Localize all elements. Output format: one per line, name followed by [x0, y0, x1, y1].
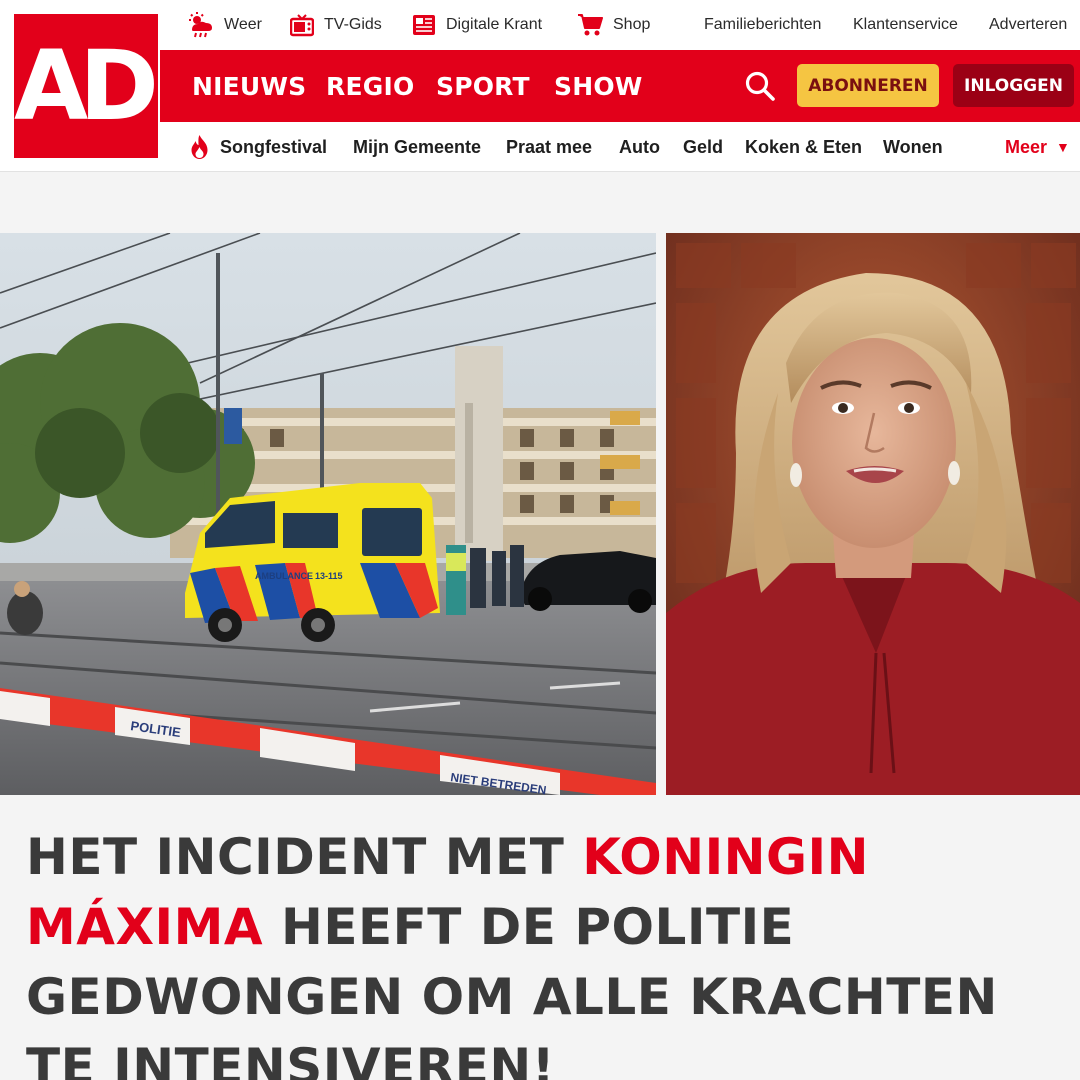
- subscribe-button[interactable]: ABONNEREN: [797, 64, 939, 107]
- flame-icon: [191, 135, 208, 159]
- queen-maxima-photo[interactable]: [666, 233, 1080, 795]
- subnav-songfestival-label: Songfestival: [220, 136, 328, 157]
- weather-icon: [189, 12, 212, 38]
- ambulance-number: 13-115: [315, 571, 343, 581]
- family-notices-link[interactable]: Familieberichten: [704, 0, 821, 50]
- newspaper-icon: [413, 15, 435, 35]
- shopping-cart-icon: [578, 14, 603, 36]
- advertise-link[interactable]: Adverteren: [989, 0, 1067, 50]
- customer-service-link[interactable]: Klantenservice: [853, 0, 958, 50]
- ambulance-scene-photo[interactable]: AMBULANCE 13-115 POLITIE NIET BETREDEN: [0, 233, 656, 795]
- subnav-auto[interactable]: Auto: [619, 122, 660, 172]
- tv-guide-label: TV-Gids: [324, 16, 382, 33]
- tv-icon: [290, 14, 314, 37]
- subnav-wonen[interactable]: Wonen: [883, 122, 943, 172]
- subnav-mijn-gemeente[interactable]: Mijn Gemeente: [353, 122, 481, 172]
- digital-paper-link[interactable]: Digitale Krant: [412, 0, 542, 50]
- subnav-songfestival[interactable]: Songfestival: [189, 122, 327, 172]
- search-button[interactable]: [742, 68, 778, 104]
- nav-regio[interactable]: REGIO: [326, 50, 414, 122]
- more-label: Meer: [1005, 136, 1048, 157]
- ad-logo[interactable]: AD: [14, 14, 159, 158]
- login-button[interactable]: INLOGGEN: [953, 64, 1074, 107]
- caret-down-icon: ▼: [1056, 139, 1070, 155]
- search-icon: [745, 71, 775, 101]
- nav-sport[interactable]: SPORT: [436, 50, 530, 122]
- site-header: AD Weer TV-Gids Digitale Krant Shop Fami…: [0, 0, 1080, 172]
- headline-part-1: HET INCIDENT MET: [26, 828, 583, 886]
- nav-show[interactable]: SHOW: [554, 50, 643, 122]
- digital-paper-label: Digitale Krant: [446, 16, 543, 33]
- tv-guide-link[interactable]: TV-Gids: [290, 0, 382, 50]
- article-headline[interactable]: HET INCIDENT MET KONINGIN MÁXIMA HEEFT D…: [26, 822, 1066, 1080]
- logo-text: AD: [14, 30, 159, 142]
- sub-navigation: Songfestival Mijn Gemeente Praat mee Aut…: [0, 122, 1080, 172]
- weather-link[interactable]: Weer: [186, 0, 262, 50]
- subnav-koken-eten[interactable]: Koken & Eten: [745, 122, 862, 172]
- subnav-praat-mee[interactable]: Praat mee: [506, 122, 592, 172]
- shop-label: Shop: [613, 16, 651, 33]
- more-menu-button[interactable]: Meer ▼: [1005, 122, 1070, 172]
- ambulance-label: AMBULANCE: [255, 571, 313, 581]
- weather-label: Weer: [224, 16, 262, 33]
- main-navigation: NIEUWS REGIO SPORT SHOW ABONNEREN INLOGG…: [160, 50, 1080, 122]
- top-utility-bar: Weer TV-Gids Digitale Krant Shop Familie…: [0, 0, 1080, 50]
- nav-nieuws[interactable]: NIEUWS: [192, 50, 306, 122]
- subnav-geld[interactable]: Geld: [683, 122, 723, 172]
- shop-link[interactable]: Shop: [577, 0, 650, 50]
